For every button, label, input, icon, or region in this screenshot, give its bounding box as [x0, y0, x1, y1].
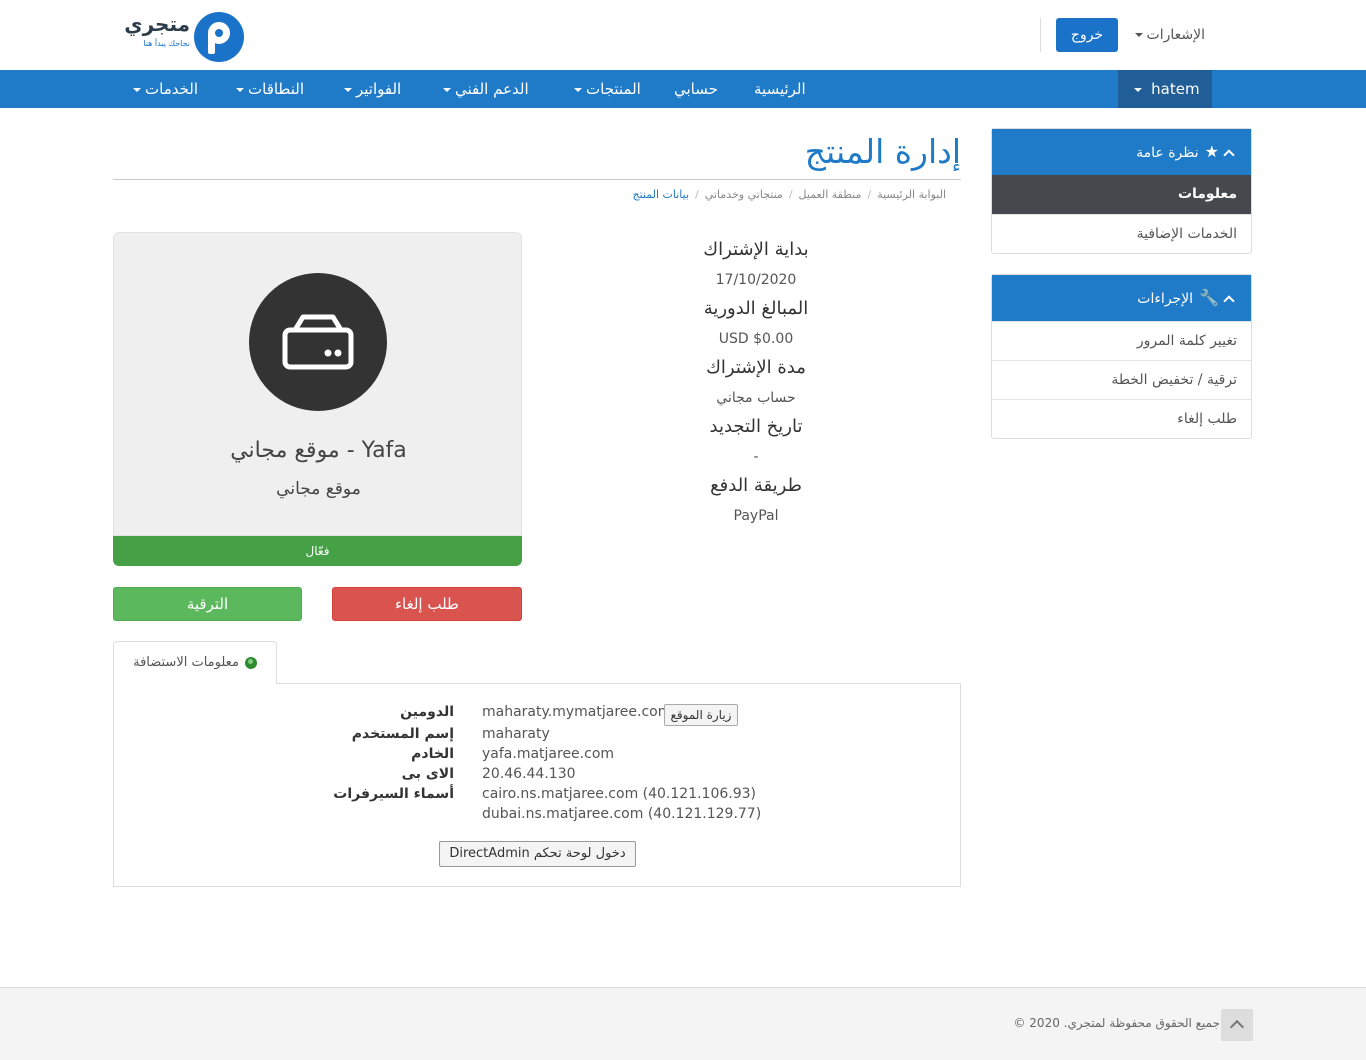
nav-username: hatem	[1151, 80, 1200, 98]
breadcrumb-current: بيانات المنتج	[632, 188, 690, 201]
nav-user-menu[interactable]: hatem	[1118, 70, 1212, 108]
server-value: yafa.matjaree.com	[482, 746, 615, 762]
username-label: إسم المستخدم	[351, 726, 454, 742]
hosting-info-panel: الدومين maharaty.mymatjaree.com زيارة ال…	[113, 683, 961, 887]
breadcrumb: البوابة الرئيسية/منطقة العميل/منتجاتي وخ…	[632, 188, 946, 201]
reg-date-label: بداية الإشتراك	[703, 239, 809, 260]
nav-account[interactable]: حسابي	[674, 70, 718, 108]
caret-down-icon	[1134, 87, 1143, 92]
wrench-icon: 🔧	[1199, 288, 1219, 307]
logo-tagline: نجاحك يبدأ هنا	[143, 39, 190, 48]
nameserver-1: cairo.ns.matjaree.com (40.121.106.93)	[482, 786, 756, 802]
product-card: موقع مجاني - Yafa موقع مجاني	[113, 232, 522, 536]
main-navbar: hatem الرئيسية حسابي المنتجات الدعم الفن…	[0, 70, 1366, 108]
ip-value: 20.46.44.130	[482, 766, 576, 782]
caret-down-icon	[133, 87, 141, 92]
tab-hosting-info-label: معلومات الاستضافة	[133, 655, 239, 670]
billing-cycle-value: حساب مجاني	[716, 390, 796, 406]
footer-copyright: جميع الحقوق محفوظة لمتجري. 2020 ©	[1013, 1016, 1220, 1030]
nav-home[interactable]: الرئيسية	[754, 70, 806, 108]
chevron-up-icon	[1223, 295, 1235, 307]
breadcrumb-client-area[interactable]: منطقة العميل	[799, 188, 862, 201]
billing-cycle-label: مدة الإشتراك	[706, 357, 806, 378]
next-due-label: تاريخ التجديد	[709, 416, 803, 437]
logo-mark-icon	[194, 12, 244, 62]
page-title: إدارة المنتج	[804, 132, 961, 171]
back-to-top-button[interactable]	[1221, 1009, 1253, 1041]
breadcrumb-home[interactable]: البوابة الرئيسية	[877, 188, 946, 201]
payment-method-value: PayPal	[733, 508, 779, 524]
nav-support-label: الدعم الفني	[455, 80, 529, 98]
actions-panel: 🔧 الإجراءات تغيير كلمة المرور ترقية / تخف…	[991, 274, 1252, 439]
nav-account-label: حسابي	[674, 80, 718, 98]
server-label: الخادم	[411, 746, 454, 762]
domain-label: الدومين	[400, 704, 454, 720]
header-divider	[1040, 18, 1041, 52]
upgrade-button[interactable]: الترقية	[113, 587, 302, 621]
notifications-label: الإشعارات	[1146, 27, 1205, 43]
globe-icon	[244, 656, 257, 669]
cancel-request-button[interactable]: طلب إلغاء	[332, 587, 522, 621]
nav-services-label: الخدمات	[145, 80, 199, 98]
sidebar-item-upgrade-downgrade[interactable]: ترقية / تخفيض الخطة	[992, 360, 1251, 399]
breadcrumb-my-services[interactable]: منتجاتي وخدماتي	[705, 188, 783, 201]
nav-invoices-label: الفواتير	[356, 80, 402, 98]
chevron-up-icon	[1223, 149, 1235, 161]
recurring-value: $0.00 USD	[718, 331, 794, 347]
product-name: موقع مجاني - Yafa	[230, 438, 407, 463]
caret-down-icon	[574, 87, 582, 92]
nameserver-2: dubai.ns.matjaree.com (40.121.129.77)	[482, 806, 762, 822]
directadmin-login-button[interactable]: دخول لوحة تحكم DirectAdmin	[439, 841, 636, 867]
next-due-value: -	[753, 449, 759, 465]
product-group: موقع مجاني	[276, 479, 361, 499]
top-header: متجري نجاحك يبدأ هنا خروج الإشعارات	[0, 0, 1366, 70]
overview-panel: ★ نظرة عامة معلومات الخدمات الإضافية	[991, 128, 1252, 254]
server-hdd-icon	[249, 273, 387, 411]
reg-date-value: 17/10/2020	[715, 272, 797, 288]
sidebar-item-change-password[interactable]: تغيير كلمة المرور	[992, 321, 1251, 360]
notifications-dropdown[interactable]: الإشعارات	[1130, 24, 1205, 46]
logout-button[interactable]: خروج	[1056, 18, 1118, 52]
nav-domains-label: النطاقات	[248, 80, 305, 98]
nav-invoices[interactable]: الفواتير	[340, 70, 401, 108]
ip-label: الاى بى	[401, 766, 454, 782]
sidebar-item-information[interactable]: معلومات	[992, 175, 1251, 214]
username-value: maharaty	[482, 726, 550, 742]
nav-domains[interactable]: النطاقات	[232, 70, 304, 108]
title-divider	[113, 179, 961, 180]
payment-method-label: طريقة الدفع	[710, 475, 802, 496]
actions-title: الإجراءات	[1137, 291, 1194, 307]
logo-text: متجري	[124, 12, 190, 36]
status-badge: فعّال	[113, 536, 522, 566]
nav-products-label: المنتجات	[586, 80, 641, 98]
nav-home-label: الرئيسية	[754, 80, 806, 98]
star-icon: ★	[1204, 142, 1219, 161]
nav-support[interactable]: الدعم الفني	[439, 70, 529, 108]
sidebar-item-request-cancel[interactable]: طلب إلغاء	[992, 399, 1251, 438]
caret-down-icon	[1134, 33, 1143, 37]
domain-value: maharaty.mymatjaree.com	[482, 704, 672, 720]
site-logo[interactable]: متجري نجاحك يبدأ هنا	[124, 10, 246, 62]
sidebar-item-addons[interactable]: الخدمات الإضافية	[992, 214, 1251, 253]
caret-down-icon	[443, 87, 451, 92]
visit-website-button[interactable]: زيارة الموقع	[664, 704, 738, 726]
nameservers-label: أسماء السيرفرات	[333, 786, 454, 802]
tab-hosting-info[interactable]: معلومات الاستضافة	[113, 641, 277, 684]
actions-panel-header[interactable]: 🔧 الإجراءات	[992, 275, 1251, 321]
recurring-label: المبالغ الدورية	[703, 298, 809, 319]
footer: جميع الحقوق محفوظة لمتجري. 2020 ©	[0, 987, 1366, 1060]
caret-down-icon	[344, 87, 352, 92]
overview-title: نظرة عامة	[1136, 145, 1199, 161]
nav-services[interactable]: الخدمات	[129, 70, 198, 108]
overview-panel-header[interactable]: ★ نظرة عامة	[992, 129, 1251, 175]
caret-down-icon	[236, 87, 244, 92]
nav-products[interactable]: المنتجات	[570, 70, 641, 108]
